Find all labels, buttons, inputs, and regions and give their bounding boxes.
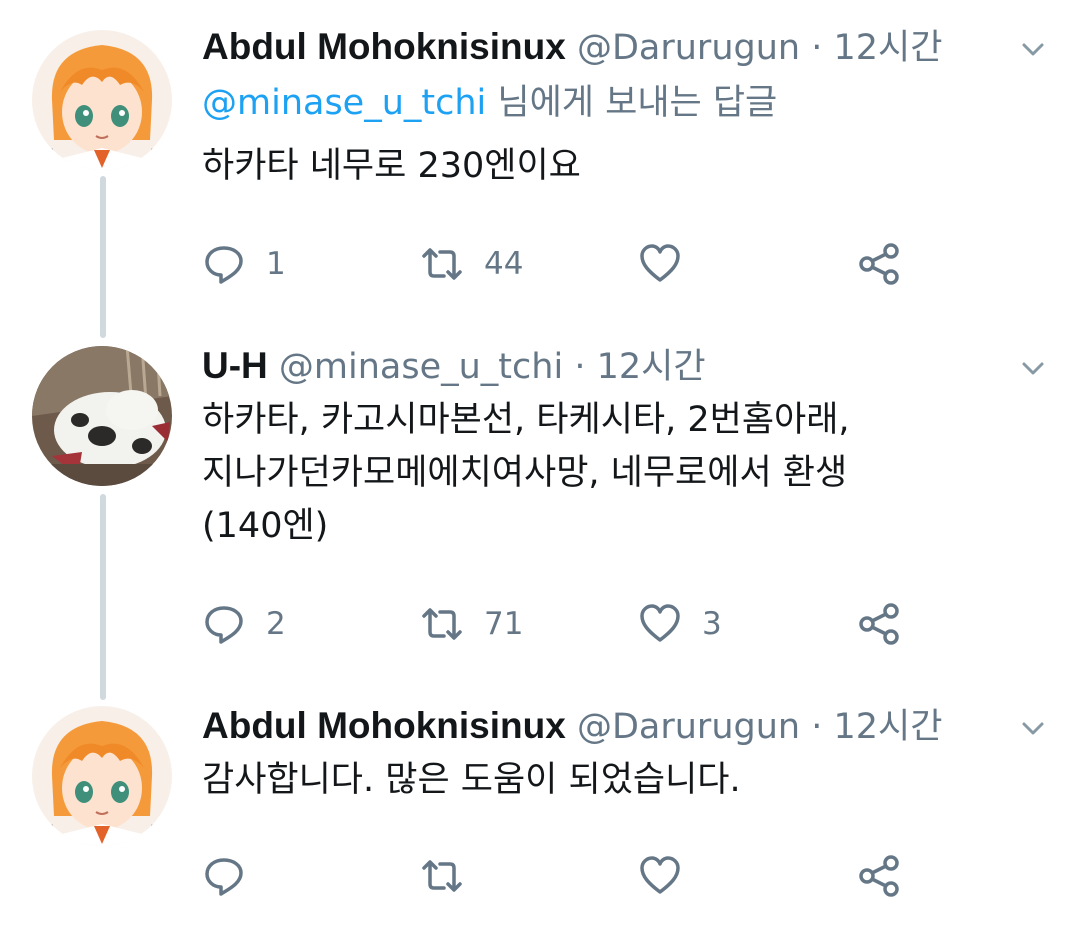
tweet-header: Abdul Mohoknisinux @Darurugun · 12시간 (202, 703, 1040, 750)
separator: · (811, 28, 823, 68)
display-name[interactable]: U-H (202, 345, 268, 386)
reply-icon (205, 858, 243, 896)
anime-girl-avatar-icon (32, 30, 172, 170)
reply-button[interactable]: 1 (202, 239, 286, 289)
retweet-count: 71 (484, 606, 524, 642)
reply-button[interactable] (202, 851, 266, 901)
like-icon (640, 244, 680, 282)
tweet-actions: 2 71 3 (202, 599, 922, 649)
like-icon (640, 604, 680, 642)
retweet-button[interactable]: 71 (420, 599, 523, 649)
share-icon (859, 603, 899, 645)
reply-button[interactable]: 2 (202, 599, 286, 649)
display-name[interactable]: Abdul Mohoknisinux (202, 26, 566, 67)
reply-icon (205, 246, 243, 284)
separator: · (811, 707, 823, 747)
avatar[interactable] (32, 706, 172, 846)
thread-connector (100, 176, 106, 338)
retweet-icon (422, 248, 462, 280)
like-button[interactable] (638, 851, 702, 901)
tweet-text: 하카타 네무로 230엔이요 (202, 146, 581, 186)
chevron-down-icon[interactable] (1018, 713, 1048, 743)
user-handle[interactable]: @Darurugun (577, 707, 800, 747)
retweet-icon (422, 860, 462, 892)
reply-count: 2 (266, 606, 286, 642)
display-name[interactable]: Abdul Mohoknisinux (202, 705, 566, 746)
separator: · (574, 347, 586, 387)
like-icon (640, 856, 680, 894)
reply-context: @minase_u_tchi 님에게 보내는 답글 (202, 80, 777, 126)
like-button[interactable]: 3 (638, 599, 722, 649)
user-handle[interactable]: @Darurugun (577, 28, 800, 68)
tweet-header: U-H @minase_u_tchi · 12시간 (202, 343, 1040, 390)
tweet-actions: 1 44 (202, 239, 922, 289)
reply-icon (205, 606, 243, 644)
chevron-down-icon[interactable] (1018, 353, 1048, 383)
share-icon (859, 855, 899, 897)
tweet-text: 감사합니다. 많은 도움이 되었습니다. (202, 760, 741, 800)
reply-mention-link[interactable]: @minase_u_tchi (202, 83, 486, 123)
retweet-count: 44 (484, 246, 524, 282)
share-button[interactable] (858, 239, 902, 289)
avatar[interactable] (32, 346, 172, 486)
retweet-icon (422, 608, 462, 640)
timestamp[interactable]: 12시간 (834, 707, 943, 747)
like-count: 3 (702, 606, 722, 642)
timestamp[interactable]: 12시간 (597, 347, 706, 387)
tweet-text: 하카타, 카고시마본선, 타케시타, 2번홈아래, 지나가던카모메에치여사망, … (202, 400, 850, 546)
thread-connector (100, 494, 106, 700)
anime-girl-avatar-icon (32, 706, 172, 846)
chevron-down-icon[interactable] (1018, 34, 1048, 64)
avatar[interactable] (32, 30, 172, 170)
tweet-actions (202, 851, 922, 901)
timestamp[interactable]: 12시간 (834, 28, 943, 68)
cat-photo-avatar-icon (32, 346, 172, 486)
share-icon (859, 243, 899, 285)
reply-suffix: 님에게 보내는 답글 (486, 83, 778, 123)
share-button[interactable] (858, 851, 902, 901)
share-button[interactable] (858, 599, 902, 649)
retweet-button[interactable]: 44 (420, 239, 523, 289)
reply-count: 1 (266, 246, 286, 282)
like-button[interactable] (638, 239, 702, 289)
retweet-button[interactable] (420, 851, 484, 901)
user-handle[interactable]: @minase_u_tchi (279, 347, 563, 387)
tweet-header: Abdul Mohoknisinux @Darurugun · 12시간 (202, 24, 1040, 71)
